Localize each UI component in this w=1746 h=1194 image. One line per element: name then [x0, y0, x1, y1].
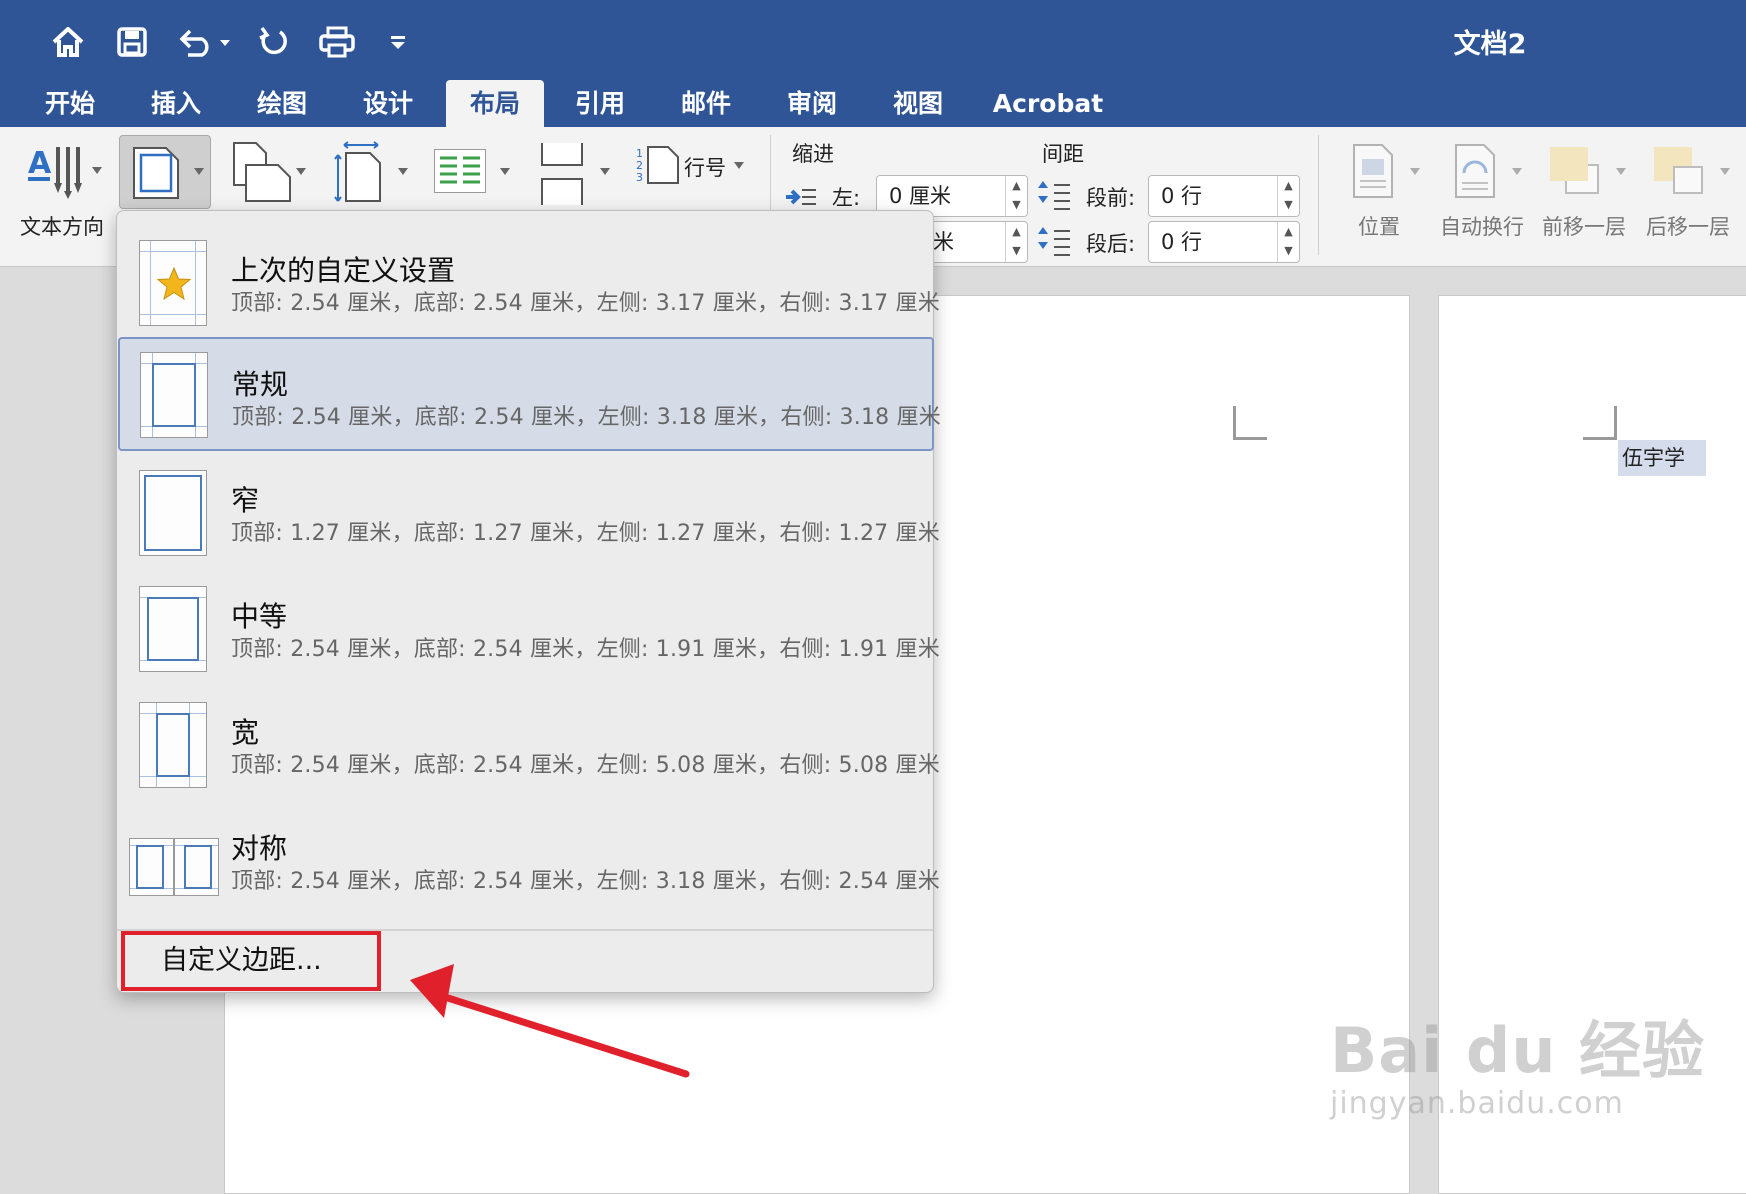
- watermark: Bai du 经验 jingyan.baidu.com: [1330, 1000, 1705, 1121]
- watermark-url: jingyan.baidu.com: [1330, 1086, 1624, 1121]
- watermark-logo: Bai du 经验: [1330, 1014, 1706, 1087]
